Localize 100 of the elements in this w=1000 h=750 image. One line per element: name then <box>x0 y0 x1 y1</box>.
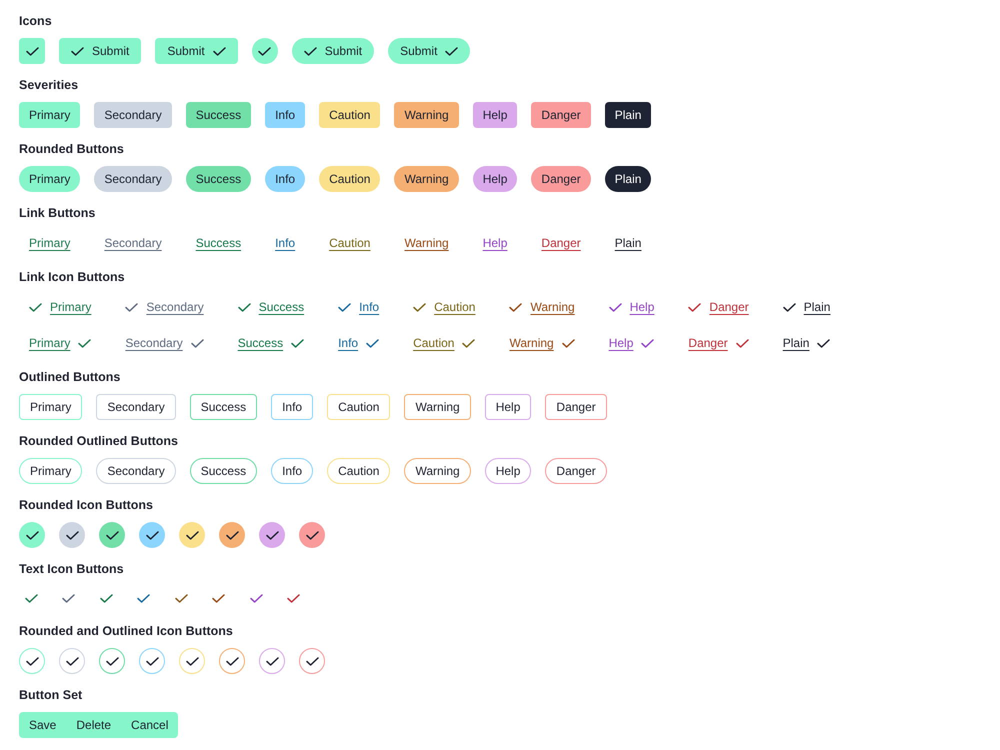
rounded-outlined-button[interactable]: Danger <box>545 458 607 484</box>
link-button[interactable]: Primary <box>19 330 102 356</box>
outlined-button[interactable]: Secondary <box>96 394 176 420</box>
rounded-filled-button[interactable]: Danger <box>531 166 591 192</box>
check-icon <box>106 656 118 666</box>
link-button[interactable]: Secondary <box>115 294 214 320</box>
section-heading: Icons <box>19 13 52 29</box>
filled-button[interactable]: Info <box>265 102 306 128</box>
link-button[interactable]: Danger <box>678 294 759 320</box>
link-button[interactable]: Plain <box>772 294 840 320</box>
set-button[interactable]: Delete <box>66 712 122 738</box>
filled-button[interactable]: Success <box>186 102 252 128</box>
outlined-button[interactable]: Success <box>190 394 258 420</box>
filled-button[interactable]: Secondary <box>94 102 172 128</box>
rounded-icon-button[interactable] <box>59 522 85 548</box>
rounded-outlined-button[interactable]: Help <box>484 458 532 484</box>
rounded-filled-button[interactable]: Submit <box>292 38 374 64</box>
rounded-outlined-icon-button[interactable] <box>59 648 85 674</box>
link-button[interactable]: Info <box>328 294 390 320</box>
link-button[interactable]: Success <box>186 230 252 256</box>
rounded-filled-button[interactable]: Plain <box>604 166 652 192</box>
rounded-outlined-icon-button[interactable] <box>219 648 245 674</box>
link-button[interactable]: Plain <box>772 330 840 356</box>
link-button[interactable]: Primary <box>19 230 80 256</box>
rounded-icon-button[interactable] <box>19 522 45 548</box>
check-icon <box>641 338 654 348</box>
rounded-icon-button[interactable] <box>219 522 245 548</box>
link-button[interactable]: Primary <box>19 294 102 320</box>
rounded-outlined-button[interactable]: Secondary <box>96 458 176 484</box>
rounded-filled-button[interactable]: Secondary <box>94 166 172 192</box>
filled-button[interactable]: Danger <box>531 102 591 128</box>
filled-button[interactable]: Plain <box>604 102 652 128</box>
rounded-filled-button[interactable]: Primary <box>19 166 80 192</box>
rounded-outlined-button[interactable]: Warning <box>404 458 471 484</box>
check-icon <box>562 338 575 348</box>
rounded-outlined-icon-button[interactable] <box>99 648 125 674</box>
rounded-outlined-icon-button[interactable] <box>299 648 325 674</box>
link-button[interactable]: Caution <box>319 230 380 256</box>
rounded-outlined-button[interactable]: Success <box>190 458 258 484</box>
outlined-button[interactable]: Warning <box>404 394 471 420</box>
rounded-outlined-button[interactable]: Info <box>271 458 314 484</box>
set-button[interactable]: Save <box>19 712 66 738</box>
check-icon <box>78 338 92 348</box>
section-heading: Severities <box>19 77 78 93</box>
rounded-outlined-button[interactable]: Caution <box>327 458 390 484</box>
outlined-button[interactable]: Danger <box>545 394 607 420</box>
rounded-icon-button[interactable] <box>179 522 205 548</box>
filled-button[interactable]: Warning <box>394 102 459 128</box>
check-icon <box>238 302 251 312</box>
rounded-filled-button[interactable]: Caution <box>319 166 380 192</box>
filled-button[interactable]: Submit <box>155 38 238 64</box>
filled-button[interactable]: Caution <box>319 102 380 128</box>
link-button[interactable]: Help <box>598 294 664 320</box>
rounded-outlined-icon-button[interactable] <box>19 648 45 674</box>
check-icon <box>146 656 158 666</box>
link-button[interactable]: Help <box>472 230 518 256</box>
link-button[interactable]: Plain <box>604 230 652 256</box>
rounded-filled-button[interactable]: Warning <box>394 166 459 192</box>
filled-button[interactable]: Submit <box>59 38 142 64</box>
rounded-icon-button[interactable] <box>139 522 165 548</box>
link-button[interactable]: Warning <box>394 230 459 256</box>
link-button[interactable]: Caution <box>403 294 486 320</box>
rounded-filled-button[interactable]: Info <box>265 166 306 192</box>
link-button[interactable]: Warning <box>499 330 585 356</box>
link-button[interactable]: Help <box>598 330 664 356</box>
outlined-button[interactable]: Primary <box>19 394 82 420</box>
filled-button[interactable]: Primary <box>19 102 80 128</box>
link-button[interactable]: Danger <box>531 230 591 256</box>
link-button[interactable]: Success <box>228 294 314 320</box>
icon-button[interactable] <box>19 38 45 64</box>
check-icon <box>445 46 458 56</box>
rounded-filled-button[interactable]: Submit <box>388 38 470 64</box>
link-button[interactable]: Caution <box>403 330 486 356</box>
check-icon <box>250 594 262 602</box>
link-button[interactable]: Info <box>328 330 390 356</box>
link-button[interactable]: Success <box>228 330 314 356</box>
section-heading: Rounded and Outlined Icon Buttons <box>19 623 233 639</box>
check-icon <box>137 594 150 602</box>
section-heading: Text Icon Buttons <box>19 561 124 577</box>
link-button[interactable]: Info <box>265 230 306 256</box>
rounded-outlined-button[interactable]: Primary <box>19 458 82 484</box>
outlined-button[interactable]: Help <box>484 394 532 420</box>
link-button[interactable]: Secondary <box>94 230 172 256</box>
check-icon <box>366 338 380 348</box>
rounded-outlined-icon-button[interactable] <box>259 648 285 674</box>
filled-button[interactable]: Help <box>472 102 518 128</box>
rounded-icon-button[interactable] <box>252 38 278 64</box>
rounded-icon-button[interactable] <box>99 522 125 548</box>
check-icon <box>304 46 317 56</box>
rounded-icon-button[interactable] <box>259 522 285 548</box>
link-button[interactable]: Danger <box>678 330 759 356</box>
outlined-button[interactable]: Info <box>271 394 314 420</box>
rounded-icon-button[interactable] <box>299 522 325 548</box>
set-button[interactable]: Cancel <box>121 712 178 738</box>
rounded-filled-button[interactable]: Success <box>186 166 252 192</box>
link-button[interactable]: Secondary <box>115 330 214 356</box>
rounded-outlined-icon-button[interactable] <box>139 648 165 674</box>
outlined-button[interactable]: Caution <box>327 394 390 420</box>
link-button[interactable]: Warning <box>499 294 585 320</box>
rounded-filled-button[interactable]: Help <box>472 166 518 192</box>
